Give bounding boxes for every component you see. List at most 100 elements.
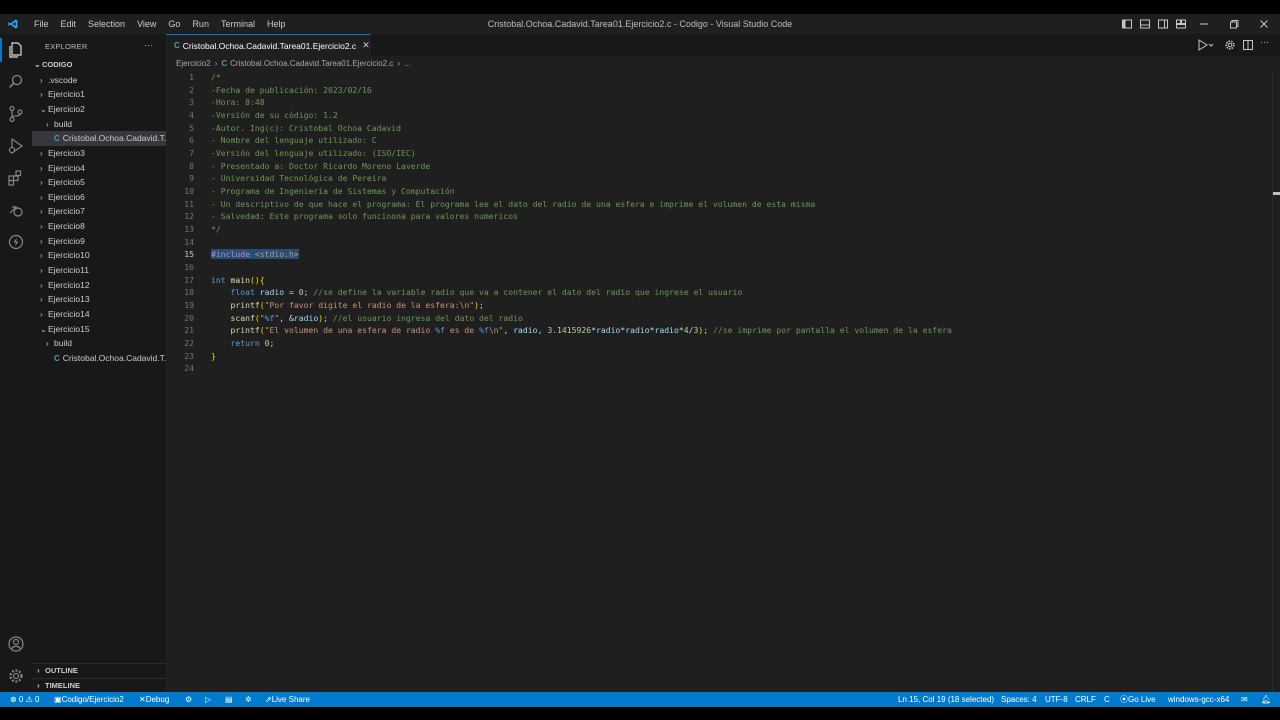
- live-share-bolt-icon[interactable]: [6, 232, 26, 252]
- menu-edit[interactable]: Edit: [55, 14, 83, 34]
- source-control-icon[interactable]: [6, 104, 26, 124]
- code-line[interactable]: -Versión del lenguaje utilizado: (ISO/IE…: [211, 148, 416, 158]
- restore-icon[interactable]: [1228, 18, 1240, 30]
- extensions-icon[interactable]: [6, 168, 26, 188]
- run-play-icon[interactable]: ▷: [205, 692, 211, 707]
- folder-item[interactable]: › Ejercicio14: [32, 307, 166, 322]
- more-actions-icon[interactable]: ···: [144, 40, 153, 50]
- code-line[interactable]: - Nombre del lenguaje utilizado: C: [211, 135, 377, 145]
- timeline-section[interactable]: › TIMELINE: [32, 678, 166, 692]
- folder-item[interactable]: › Ejercicio10: [32, 248, 166, 263]
- toggle-secondary-sidebar-icon[interactable]: [1157, 18, 1169, 30]
- folder-item[interactable]: › Ejercicio12: [32, 278, 166, 293]
- toggle-primary-sidebar-icon[interactable]: [1121, 18, 1133, 30]
- menu-terminal[interactable]: Terminal: [215, 14, 261, 34]
- folder-item[interactable]: › Ejercicio13: [32, 292, 166, 307]
- code-line[interactable]: -Fecha de publicación: 2023/02/16: [211, 85, 372, 95]
- folder-item[interactable]: › Ejercicio8: [32, 219, 166, 234]
- live-share-status[interactable]: ⇗ Live Share: [265, 692, 310, 707]
- menu-file[interactable]: File: [28, 14, 55, 34]
- breadcrumb-symbol[interactable]: ...: [404, 59, 411, 68]
- clean-trash-icon[interactable]: ▤: [225, 692, 233, 707]
- folder-item[interactable]: › Ejercicio4: [32, 161, 166, 176]
- go-live-status[interactable]: ⦿ Go Live: [1120, 692, 1156, 707]
- menu-selection[interactable]: Selection: [82, 14, 131, 34]
- code-line[interactable]: - Un descriptivo de que hace el programa…: [211, 199, 815, 209]
- code-line[interactable]: printf("Por favor digite el radio de la …: [211, 300, 484, 310]
- code-line[interactable]: }: [211, 351, 216, 361]
- explorer-icon[interactable]: [6, 40, 26, 60]
- menu-go[interactable]: Go: [162, 14, 186, 34]
- folder-item[interactable]: › Ejercicio5: [32, 175, 166, 190]
- code-line[interactable]: -Versión de su código: 1.2: [211, 110, 338, 120]
- code-line[interactable]: float radio = 0; //se define la variable…: [211, 287, 743, 297]
- folder-item[interactable]: › build: [32, 336, 166, 351]
- folder-item[interactable]: › Ejercicio9: [32, 234, 166, 249]
- code-line[interactable]: printf("El volumen de una esfera de radi…: [211, 325, 952, 335]
- folder-item[interactable]: ⌄Ejercicio15: [32, 322, 166, 337]
- menu-view[interactable]: View: [131, 14, 162, 34]
- compiler-status[interactable]: windows-gcc-x64: [1168, 692, 1229, 707]
- code-line[interactable]: */: [211, 224, 221, 234]
- close-window-icon[interactable]: [1258, 18, 1270, 30]
- folder-item[interactable]: › .vscode: [32, 73, 166, 88]
- code-line[interactable]: - Universidad Tecnológica de Pereira: [211, 173, 386, 183]
- close-tab-icon[interactable]: ✕: [362, 40, 370, 51]
- folder-status[interactable]: ▣ Codigo/Ejercicio2: [54, 692, 124, 707]
- cmake-settings-icon[interactable]: ✲: [245, 692, 252, 707]
- code-line[interactable]: -Hora: 8:48: [211, 97, 265, 107]
- feedback-icon[interactable]: ✉: [1241, 692, 1248, 707]
- folder-item[interactable]: › Ejercicio3: [32, 146, 166, 161]
- accounts-icon[interactable]: [6, 634, 26, 654]
- build-gear-icon[interactable]: ⚙: [185, 692, 192, 707]
- chevron-right-icon: ›: [46, 119, 49, 129]
- folder-item[interactable]: ⌄Ejercicio2: [32, 102, 166, 117]
- toggle-panel-icon[interactable]: [1139, 18, 1151, 30]
- code-line[interactable]: /*: [211, 72, 221, 82]
- indentation-status[interactable]: Spaces: 4: [1001, 692, 1037, 707]
- vertical-scrollbar[interactable]: [1272, 72, 1280, 692]
- search-icon[interactable]: [6, 72, 26, 92]
- code-line[interactable]: - Salvedad: Este programa solo funcinona…: [211, 211, 518, 221]
- code-line[interactable]: - Presentado a: Doctor Ricardo Moreno La…: [211, 161, 430, 171]
- encoding-status[interactable]: UTF-8: [1045, 692, 1068, 707]
- scrollbar-cursor-marker: [1273, 192, 1280, 195]
- folder-item[interactable]: › Ejercicio11: [32, 263, 166, 278]
- run-debug-icon[interactable]: [6, 136, 26, 156]
- file-item[interactable]: C Cristobal.Ochoa.Cadavid.T...: [32, 351, 166, 366]
- split-editor-icon[interactable]: [1242, 39, 1254, 51]
- folder-item[interactable]: › Ejercicio6: [32, 190, 166, 205]
- settings-gear-icon[interactable]: [6, 666, 26, 686]
- code-line[interactable]: return 0;: [211, 338, 275, 348]
- folder-item[interactable]: › build: [32, 117, 166, 132]
- run-c-file-icon[interactable]: [1197, 39, 1215, 51]
- outline-section[interactable]: › OUTLINE: [32, 663, 166, 677]
- editor-settings-gear-icon[interactable]: [1224, 39, 1236, 51]
- code-line[interactable]: scanf("%f", &radio); //el usuario ingres…: [211, 313, 523, 323]
- menu-help[interactable]: Help: [261, 14, 292, 34]
- breadcrumb-folder[interactable]: Ejercicio2: [176, 59, 211, 68]
- menu-run[interactable]: Run: [186, 14, 215, 34]
- remote-explorer-icon[interactable]: [6, 200, 26, 220]
- eol-status[interactable]: CRLF: [1075, 692, 1096, 707]
- code-line[interactable]: - Programa de Ingeniería de Sistemas y C…: [211, 186, 455, 196]
- tree-item-label: Cristobal.Ochoa.Cadavid.T...: [62, 133, 166, 144]
- file-item[interactable]: C Cristobal.Ochoa.Cadavid.T...: [32, 131, 166, 146]
- code-line[interactable]: int main(){: [211, 275, 265, 285]
- debug-status[interactable]: ✕ Debug: [139, 692, 169, 707]
- more-actions-icon[interactable]: ···: [1260, 37, 1269, 47]
- folder-item[interactable]: › Ejercicio7: [32, 204, 166, 219]
- workspace-root[interactable]: ⌄CODIGO: [32, 58, 166, 73]
- code-editor[interactable]: 1 /* 2 -Fecha de publicación: 2023/02/16 3 -H…: [166, 72, 1266, 373]
- customize-layout-icon[interactable]: [1175, 18, 1187, 30]
- folder-item[interactable]: › Ejercicio1: [32, 87, 166, 102]
- breadcrumb-file[interactable]: Cristobal.Ochoa.Cadavid.Tarea01.Ejercici…: [230, 59, 393, 68]
- minimize-icon[interactable]: [1198, 18, 1210, 30]
- language-status[interactable]: C: [1104, 692, 1110, 707]
- code-line[interactable]: -Autor. Ing(c): Cristobal Ochoa Cadavid: [211, 123, 401, 133]
- notifications-bell-icon[interactable]: 🔔︎: [1261, 692, 1271, 707]
- code-line[interactable]: #include <stdio.h>: [211, 249, 299, 260]
- problems-status[interactable]: ⊗ 0 ⚠ 0: [10, 692, 39, 707]
- editor-tab-active[interactable]: C Cristobal.Ochoa.Cadavid.Tarea01.Ejerci…: [166, 34, 371, 56]
- cursor-position-status[interactable]: Ln 15, Col 19 (18 selected): [898, 692, 994, 707]
